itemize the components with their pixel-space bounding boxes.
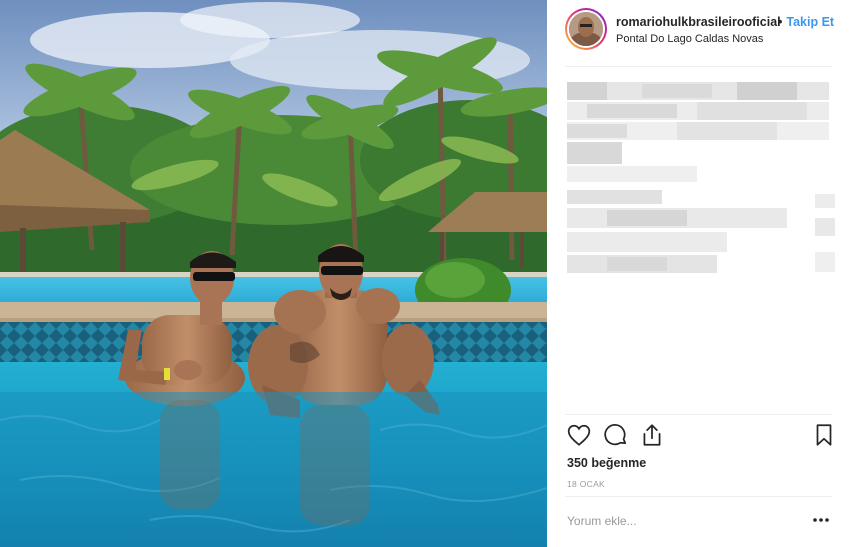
username-link[interactable]: romariohulkbrasileirooficial xyxy=(616,15,781,29)
comment-input[interactable] xyxy=(567,512,797,530)
header-divider xyxy=(565,66,832,67)
post-header: romariohulkbrasileirooficial • Takip Et P… xyxy=(547,0,850,58)
avatar-image xyxy=(569,12,603,46)
bookmark-icon[interactable] xyxy=(811,422,839,450)
follow-button[interactable]: Takip Et xyxy=(786,15,834,29)
share-icon[interactable] xyxy=(639,422,667,450)
more-dots-icon[interactable] xyxy=(811,510,831,530)
comment-divider xyxy=(565,496,832,497)
location-link[interactable]: Pontal Do Lago Caldas Novas xyxy=(616,33,763,45)
actions-divider xyxy=(565,414,832,415)
post-date: 18 OCAK xyxy=(567,479,606,489)
pool-photo-image xyxy=(0,0,547,547)
speech-bubble-icon[interactable] xyxy=(603,422,631,450)
post-photo[interactable] xyxy=(0,0,547,547)
separator-dot: • xyxy=(778,15,783,29)
heart-icon[interactable] xyxy=(566,422,594,450)
post-side-panel: romariohulkbrasileirooficial • Takip Et P… xyxy=(547,0,850,547)
post-actions xyxy=(566,422,836,452)
follow-group: • Takip Et xyxy=(778,15,834,29)
likes-count[interactable]: 350 beğenme xyxy=(567,456,646,470)
avatar[interactable] xyxy=(565,8,607,50)
